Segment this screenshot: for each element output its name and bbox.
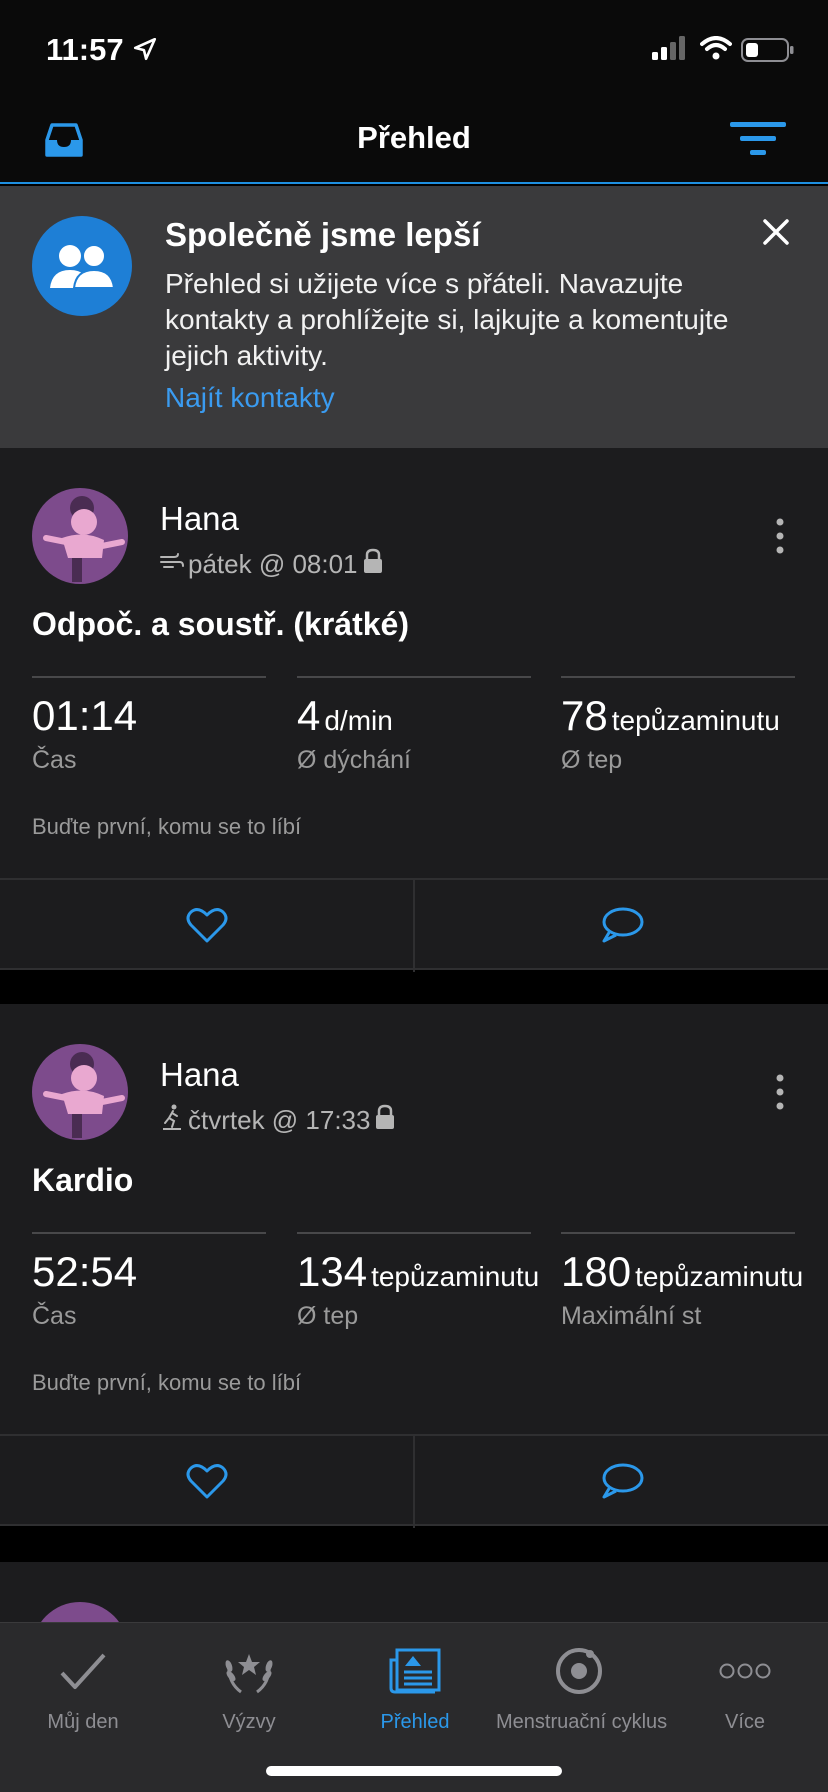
stat-label: Ø tep: [561, 746, 623, 774]
comment-icon[interactable]: [600, 906, 644, 949]
stat-value: 134: [297, 1248, 368, 1295]
stat-label: Ø tep: [297, 1302, 359, 1330]
activity-title[interactable]: Kardio: [32, 1162, 133, 1199]
stat-unit: tepůzaminutu: [611, 705, 780, 736]
tab-label: Můj den: [47, 1711, 119, 1733]
laurel-icon: [166, 1643, 332, 1699]
activity-card: Hana pátek @ 08:01 Odpoč. a soustř. (krá…: [0, 448, 828, 972]
tab-label: Přehled: [380, 1711, 450, 1733]
battery-icon: [741, 38, 795, 67]
stat-breathing: 4 d/min Ø dýchání: [297, 676, 531, 775]
stat-time: 52:54 Čas: [32, 1232, 266, 1331]
activity-date: čtvrtek @ 17:33: [188, 1105, 371, 1135]
avatar[interactable]: [32, 1044, 128, 1140]
close-icon[interactable]: [760, 216, 792, 253]
user-name[interactable]: Hana: [160, 500, 239, 538]
user-name[interactable]: Hana: [160, 1056, 239, 1094]
cycle-icon: [496, 1643, 662, 1699]
activity-meta: čtvrtek @ 17:33: [160, 1104, 396, 1137]
stat-value: 180: [561, 1248, 632, 1295]
tab-label: Výzvy: [222, 1711, 276, 1733]
stat-heart-rate: 78 tepůzaminutu Ø tep: [561, 676, 795, 775]
banner-text: Přehled si užijete více s přáteli. Navaz…: [165, 268, 729, 371]
stat-value: 52:54: [32, 1248, 138, 1295]
wifi-icon: [700, 36, 732, 65]
avatar[interactable]: [32, 1602, 128, 1622]
divider: [413, 1436, 415, 1528]
lock-icon: [374, 1104, 396, 1137]
stat-label: Maximální st: [561, 1302, 702, 1330]
heart-icon[interactable]: [186, 1462, 228, 1505]
stat-value: 4: [297, 692, 321, 739]
likes-text: Buďte první, komu se to líbí: [32, 1370, 302, 1395]
top-nav-bar: Přehled: [0, 100, 828, 184]
home-indicator[interactable]: [266, 1766, 562, 1776]
tab-newsfeed[interactable]: Přehled: [332, 1643, 498, 1734]
activity-card: Hana čtvrtek @ 17:33 Kardio 52:54 Čas 13…: [0, 1004, 828, 1528]
stat-value: 78: [561, 692, 608, 739]
location-arrow-icon: [132, 36, 158, 67]
people-avatar: [32, 216, 132, 316]
card-actions: [0, 878, 828, 972]
stat-time: 01:14 Čas: [32, 676, 266, 775]
activity-title[interactable]: Odpoč. a soustř. (krátké): [32, 606, 409, 643]
tab-challenges[interactable]: Výzvy: [166, 1643, 332, 1734]
heart-icon[interactable]: [186, 906, 228, 949]
more-options-icon[interactable]: [770, 1074, 790, 1115]
filter-icon[interactable]: [730, 120, 786, 165]
status-bar: 11:57: [0, 0, 828, 100]
page-title: Přehled: [357, 120, 471, 155]
divider: [413, 880, 415, 972]
activity-card-partial: [0, 1562, 828, 1622]
stat-max-heart-rate: 180 tepůzaminutu Maximální st: [561, 1232, 803, 1331]
activity-date: pátek @ 08:01: [188, 549, 358, 579]
likes-text: Buďte první, komu se to líbí: [32, 814, 302, 839]
breathing-icon: [160, 549, 184, 580]
newsfeed-icon: [332, 1643, 498, 1699]
social-banner: Společně jsme lepší Přehled si užijete v…: [0, 186, 828, 448]
treadmill-icon: [160, 1104, 184, 1137]
status-time: 11:57: [46, 32, 124, 67]
lock-icon: [362, 548, 384, 581]
activity-meta: pátek @ 08:01: [160, 548, 384, 581]
more-options-icon[interactable]: [770, 518, 790, 559]
stat-unit: tepůzaminutu: [635, 1261, 804, 1292]
tab-more[interactable]: Více: [662, 1643, 828, 1734]
more-dots-icon: [662, 1643, 828, 1699]
comment-icon[interactable]: [600, 1462, 644, 1505]
stat-label: Ø dýchání: [297, 746, 411, 774]
stat-unit: tepůzaminutu: [371, 1261, 540, 1292]
stat-label: Čas: [32, 1302, 77, 1330]
stat-unit: d/min: [324, 705, 393, 736]
find-contacts-link[interactable]: Najít kontakty: [165, 382, 335, 414]
stat-label: Čas: [32, 746, 77, 774]
banner-title: Společně jsme lepší: [165, 216, 481, 253]
tab-my-day[interactable]: Můj den: [0, 1643, 166, 1734]
cellular-signal-icon: [652, 36, 688, 65]
stat-heart-rate: 134 tepůzaminutu Ø tep: [297, 1232, 539, 1331]
people-icon: [50, 244, 114, 289]
stat-value: 01:14: [32, 692, 138, 739]
avatar[interactable]: [32, 488, 128, 584]
tab-label: Menstruační cyklus: [496, 1711, 668, 1733]
tab-label: Více: [724, 1711, 766, 1733]
tab-menstrual-cycle[interactable]: Menstruační cyklus: [496, 1643, 668, 1734]
checkmark-icon: [0, 1643, 166, 1699]
card-actions: [0, 1434, 828, 1528]
